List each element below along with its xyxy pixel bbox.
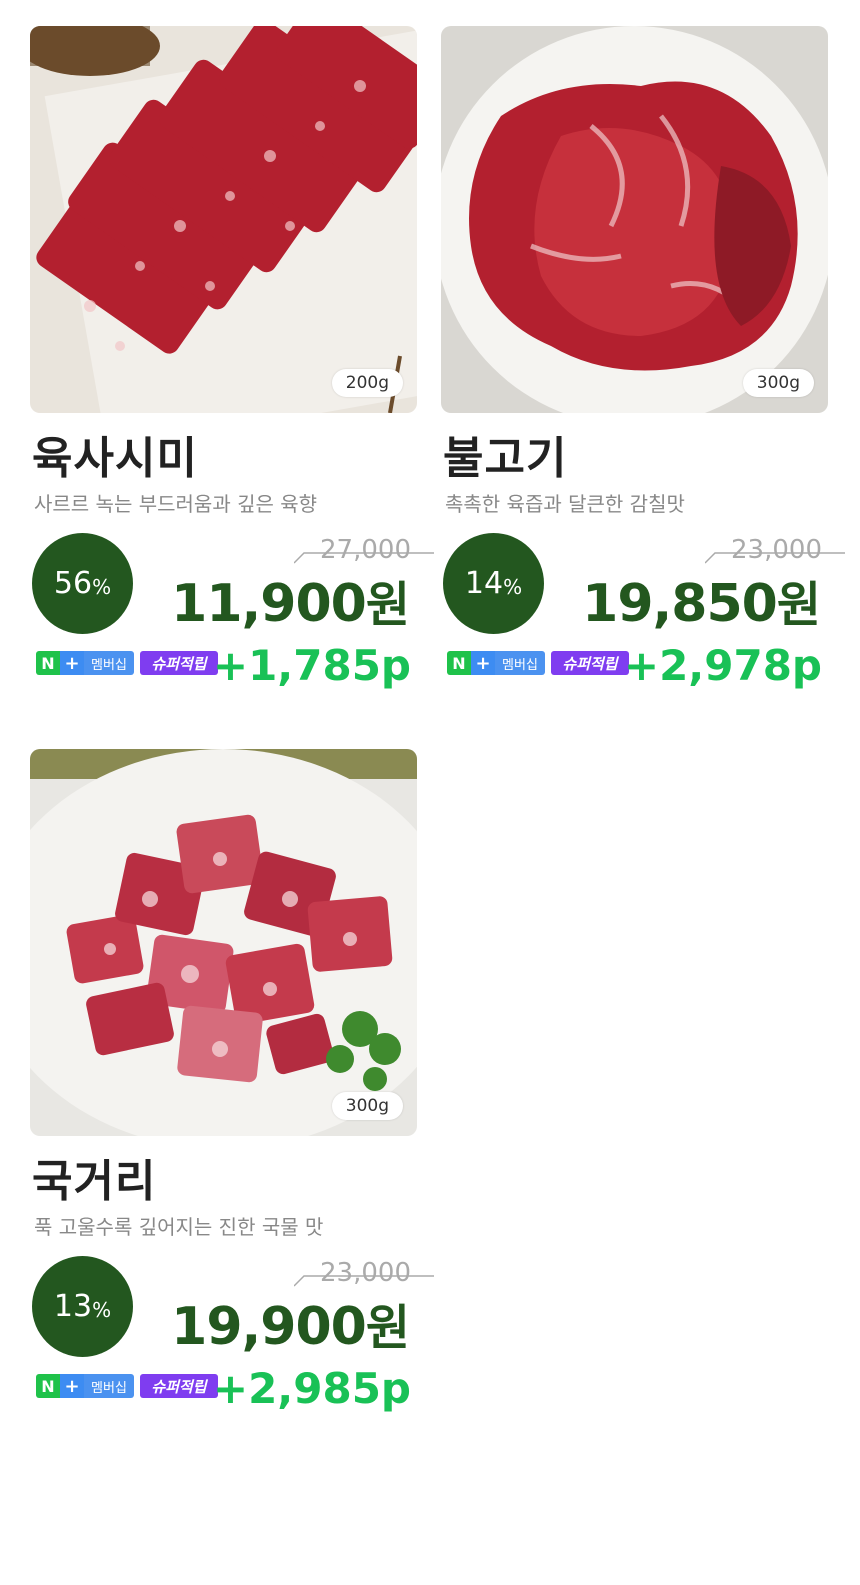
original-price: 23,000 [294, 1258, 435, 1288]
product-card-bulgogi[interactable]: 300g 불고기 촉촉한 육즙과 달큰한 감칠맛 14% 23,000 19,8… [441, 26, 846, 690]
product-description: 촉촉한 육즙과 달큰한 감칠맛 [445, 492, 685, 516]
discount-badge: 14% [443, 533, 544, 634]
product-card-gukgeori[interactable]: 300g 국거리 푹 고울수록 깊어지는 진한 국물 맛 13% 23,000 … [30, 749, 435, 1413]
plus-icon: + [60, 1374, 84, 1398]
points-row: N + 멤버십 슈퍼적립 +2,978p [441, 641, 828, 690]
final-price: 19,850원 [582, 565, 821, 635]
strikethrough-line [294, 552, 435, 564]
price-row: 14% 23,000 19,850원 [441, 529, 846, 635]
discount-unit: % [92, 1297, 112, 1322]
membership-label: 멤버십 [495, 651, 545, 675]
product-name[interactable]: 국거리 [32, 1156, 417, 1208]
discount-badge: 56% [32, 533, 133, 634]
final-price-value: 19,900 [171, 1297, 367, 1357]
discount-unit: % [503, 574, 523, 599]
strikethrough-line [705, 552, 846, 564]
plus-icon: + [471, 651, 495, 675]
beef-cubes-image [30, 749, 417, 1136]
currency-label: 원 [365, 577, 410, 633]
discount-badge: 13% [32, 1256, 133, 1357]
discount-value: 13 [53, 1289, 93, 1324]
discount-value: 56 [53, 566, 93, 601]
original-price: 23,000 [705, 535, 846, 565]
product-description: 사르르 녹는 부드러움과 깊은 육향 [34, 492, 318, 516]
weight-badge: 300g [331, 1092, 403, 1120]
price-row: 56% 27,000 11,900원 [30, 529, 435, 635]
discount-unit: % [92, 574, 112, 599]
discount-value: 14 [464, 566, 504, 601]
naver-n-icon: N [36, 651, 60, 675]
weight-badge: 200g [331, 369, 403, 397]
product-image[interactable]: 300g [441, 26, 828, 413]
membership-label: 멤버십 [84, 651, 134, 675]
naver-n-icon: N [36, 1374, 60, 1398]
original-price: 27,000 [294, 535, 435, 565]
product-name[interactable]: 육사시미 [32, 433, 417, 485]
final-price: 19,900원 [171, 1288, 410, 1358]
super-points-badge: 슈퍼적립 [551, 651, 629, 675]
reward-points: +2,978p [623, 641, 822, 690]
final-price-value: 11,900 [171, 574, 367, 634]
weight-badge: 300g [742, 369, 814, 397]
product-image[interactable]: 300g [30, 749, 417, 1136]
final-price: 11,900원 [171, 565, 410, 635]
currency-label: 원 [776, 577, 821, 633]
naver-plus-membership-badge: N + 멤버십 [36, 1374, 134, 1398]
super-points-badge: 슈퍼적립 [140, 651, 218, 675]
points-row: N + 멤버십 슈퍼적립 +2,985p [30, 1364, 417, 1413]
product-image[interactable]: 200g [30, 26, 417, 413]
product-card-yuksashimi[interactable]: 200g 육사시미 사르르 녹는 부드러움과 깊은 육향 56% 27,000 … [30, 26, 435, 690]
plus-icon: + [60, 651, 84, 675]
strikethrough-line [294, 1275, 435, 1287]
price-row: 13% 23,000 19,900원 [30, 1252, 435, 1358]
currency-label: 원 [365, 1300, 410, 1356]
reward-points: +1,785p [212, 641, 411, 690]
points-row: N + 멤버십 슈퍼적립 +1,785p [30, 641, 417, 690]
product-name[interactable]: 불고기 [443, 433, 828, 485]
product-description: 푹 고울수록 깊어지는 진한 국물 맛 [34, 1215, 324, 1239]
naver-plus-membership-badge: N + 멤버십 [36, 651, 134, 675]
raw-beef-slices-image [30, 26, 417, 413]
final-price-value: 19,850 [582, 574, 778, 634]
naver-plus-membership-badge: N + 멤버십 [447, 651, 545, 675]
reward-points: +2,985p [212, 1364, 411, 1413]
bulgogi-beef-image [441, 26, 828, 413]
super-points-badge: 슈퍼적립 [140, 1374, 218, 1398]
membership-label: 멤버십 [84, 1374, 134, 1398]
naver-n-icon: N [447, 651, 471, 675]
